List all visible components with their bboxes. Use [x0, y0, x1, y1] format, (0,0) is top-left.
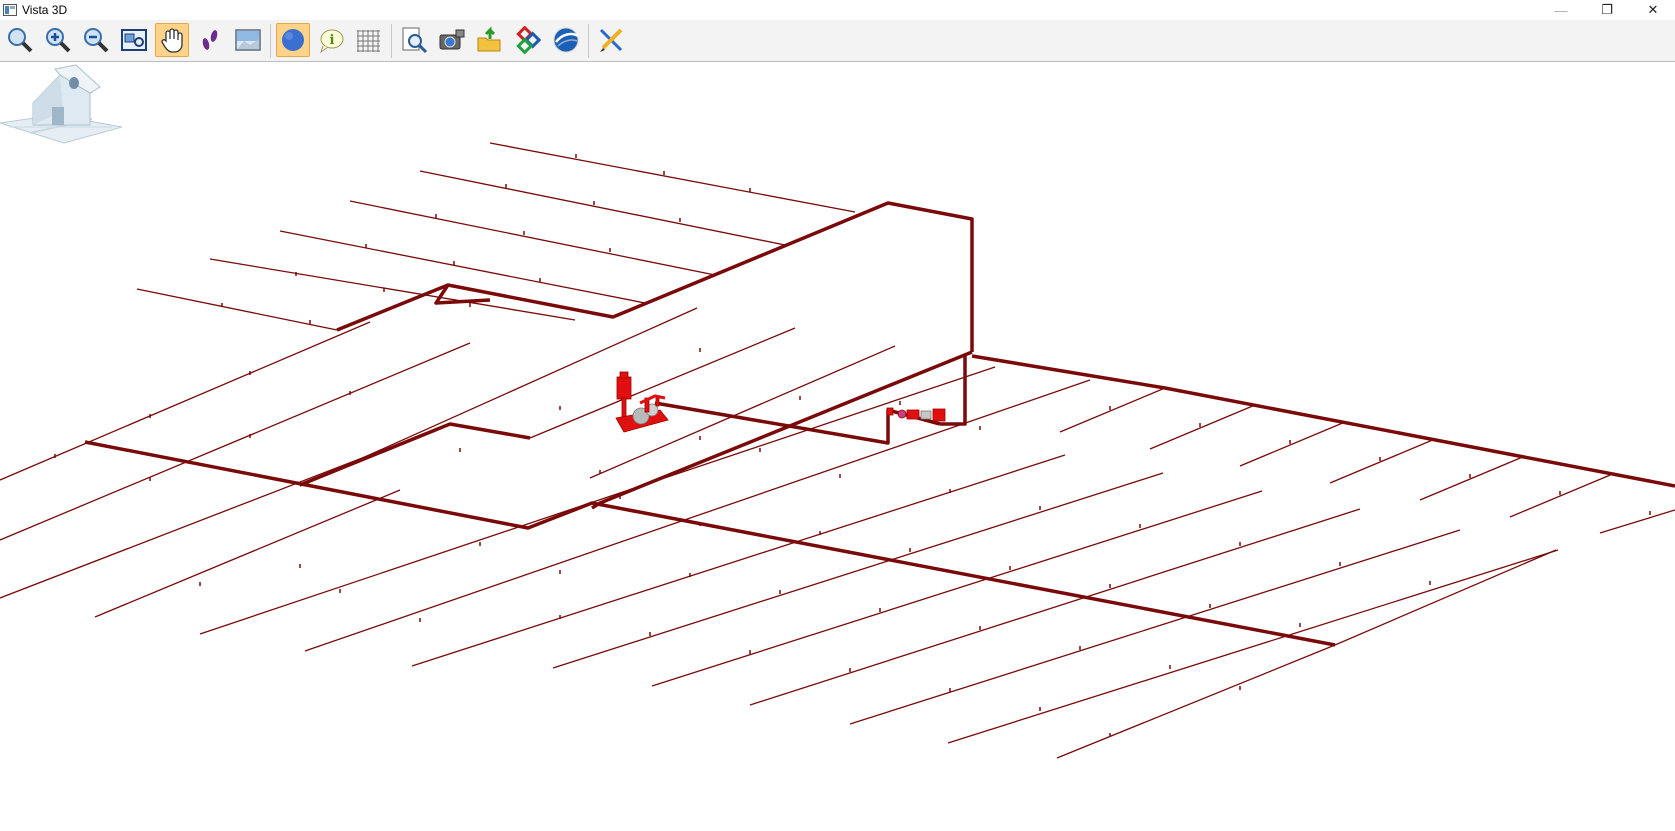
google-earth-button[interactable]	[549, 23, 583, 57]
toolbar-separator	[270, 24, 271, 58]
export-folder-icon	[477, 26, 501, 52]
walk-button[interactable]	[193, 23, 227, 57]
minimize-button[interactable]: —	[1541, 0, 1581, 20]
zoom-in-button[interactable]	[41, 23, 75, 57]
3d-viewport[interactable]	[0, 63, 1675, 831]
info-button[interactable]: i	[314, 23, 348, 57]
zoom-extents-icon	[8, 28, 33, 53]
export-button[interactable]	[473, 23, 507, 57]
zoom-out-button[interactable]	[79, 23, 113, 57]
google-earth-icon	[553, 27, 579, 53]
toolbar-separator	[391, 24, 392, 58]
shaded-sphere-icon	[282, 29, 304, 51]
toolbar-separator	[588, 24, 589, 58]
home-view-cube-icon[interactable]	[0, 63, 122, 153]
app-window-icon	[3, 4, 17, 16]
ifc-export-icon	[516, 26, 542, 54]
main-pipes	[84, 201, 1675, 647]
title-bar: Vista 3D — ❐ ✕	[0, 0, 1675, 20]
grid-button[interactable]	[352, 23, 386, 57]
camera-button[interactable]	[435, 23, 469, 57]
grid-icon	[357, 30, 380, 52]
window-title: Vista 3D	[22, 3, 68, 17]
toolbar: i	[0, 20, 1675, 62]
info-icon: i	[320, 29, 344, 54]
restore-button[interactable]: ❐	[1587, 0, 1627, 20]
background-image-icon	[235, 29, 261, 51]
zoom-in-icon	[46, 28, 71, 53]
pipe-network-drawing	[0, 142, 1675, 759]
shading-button[interactable]	[276, 23, 310, 57]
pan-button[interactable]	[155, 23, 189, 57]
preview-magnifier-icon	[402, 27, 428, 54]
tools-pencil-icon	[599, 28, 623, 52]
camera-icon	[439, 29, 465, 50]
tools-button[interactable]	[594, 23, 628, 57]
preview-button[interactable]	[397, 23, 431, 57]
zoom-extents-button[interactable]	[3, 23, 37, 57]
close-button[interactable]: ✕	[1633, 0, 1673, 20]
ifc-export-button[interactable]	[511, 23, 545, 57]
pan-hand-icon	[161, 28, 183, 53]
background-button[interactable]	[231, 23, 265, 57]
svg-text:i: i	[330, 33, 335, 48]
zoom-window-icon	[121, 29, 147, 51]
walk-footprints-icon	[202, 30, 218, 50]
branch-pipes	[0, 142, 1675, 759]
zoom-out-icon	[84, 28, 109, 53]
zoom-window-button[interactable]	[117, 23, 151, 57]
